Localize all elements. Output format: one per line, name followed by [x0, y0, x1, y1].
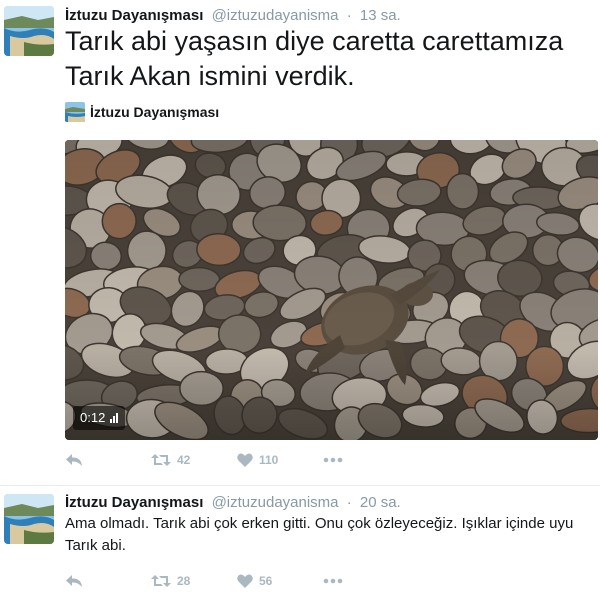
author-name[interactable]: İztuzu Dayanışması [65, 494, 203, 511]
coastline-avatar-image [4, 494, 54, 544]
like-button[interactable]: 56 [237, 574, 323, 588]
separator-dot: · [346, 7, 352, 24]
coastline-avatar-image [4, 6, 54, 56]
avatar[interactable] [4, 494, 54, 544]
retweet-count: 42 [177, 453, 191, 467]
retweet-button[interactable]: 42 [151, 453, 237, 467]
turtle-on-pebbles-image [65, 140, 598, 440]
author-handle[interactable]: @iztuzudayanisma [212, 494, 339, 511]
tweet-text: Ama olmadı. Tarık abi çok erken gitti. O… [65, 515, 574, 554]
reply-icon [66, 454, 82, 466]
more-button[interactable] [323, 578, 343, 584]
video-duration: 0:12 [80, 410, 106, 425]
more-button[interactable] [323, 457, 343, 463]
reply-button[interactable] [65, 453, 151, 467]
heart-icon [237, 453, 253, 467]
retweet-icon [151, 575, 171, 587]
video-card-header[interactable]: İztuzu Dayanışması [65, 102, 220, 122]
more-icon [323, 578, 343, 584]
retweet-count: 28 [177, 574, 191, 588]
like-count: 110 [259, 453, 279, 467]
tweet-actions: 28 56 [65, 574, 343, 588]
tweet-header: İztuzu Dayanışması @iztuzudayanisma · 13… [65, 7, 401, 24]
tweet-actions: 42 110 [65, 453, 343, 467]
author-name[interactable]: İztuzu Dayanışması [65, 7, 203, 24]
tweet-text: Tarık abi yaşasın diye caretta carettamı… [65, 26, 564, 91]
reply-icon [66, 575, 82, 587]
like-count: 56 [259, 574, 273, 588]
retweet-icon [151, 454, 171, 466]
heart-icon [237, 574, 253, 588]
tweet-header: İztuzu Dayanışması @iztuzudayanisma · 20… [65, 494, 401, 511]
separator-dot: · [346, 494, 352, 511]
reply-button[interactable] [65, 574, 151, 588]
timestamp[interactable]: 20 sa. [360, 494, 401, 511]
volume-icon [110, 413, 119, 423]
tweet[interactable]: İztuzu Dayanışması @iztuzudayanisma · 20… [0, 485, 600, 595]
video-duration-badge: 0:12 [73, 406, 126, 430]
retweet-button[interactable]: 28 [151, 574, 237, 588]
avatar[interactable] [4, 6, 54, 56]
like-button[interactable]: 110 [237, 453, 323, 467]
timestamp[interactable]: 13 sa. [360, 7, 401, 24]
card-avatar [65, 102, 85, 122]
video-player[interactable]: 0:12 [65, 140, 598, 440]
more-icon [323, 457, 343, 463]
tweet[interactable]: İztuzu Dayanışması @iztuzudayanisma · 13… [0, 0, 600, 485]
author-handle[interactable]: @iztuzudayanisma [212, 7, 339, 24]
card-author-name: İztuzu Dayanışması [90, 104, 220, 120]
